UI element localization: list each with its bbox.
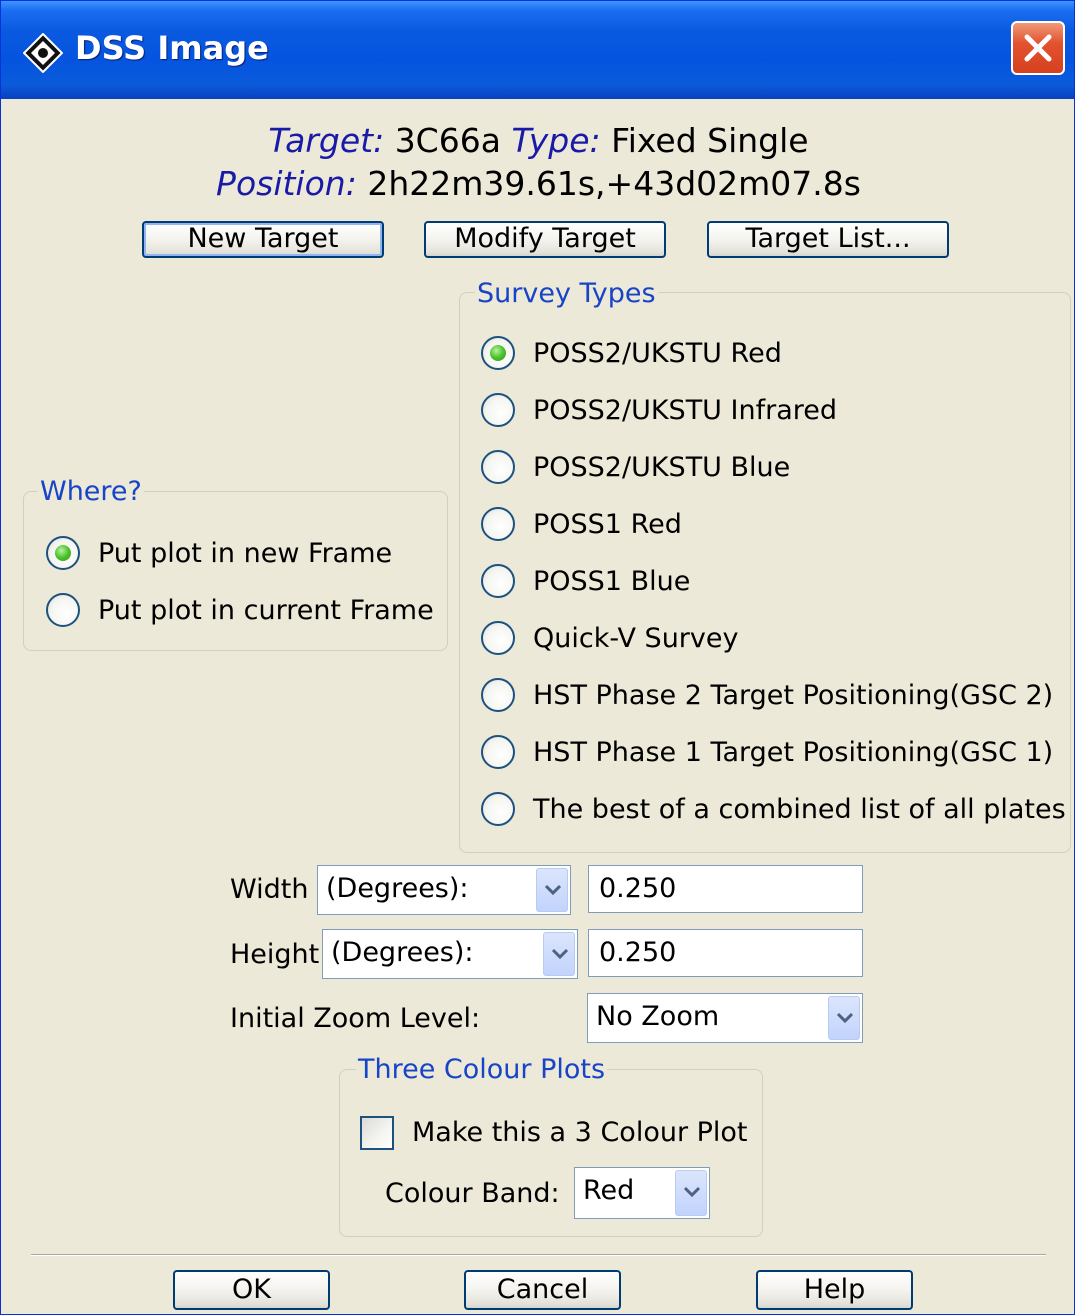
radio-button[interactable]	[481, 735, 515, 769]
radio-selected-dot	[55, 545, 71, 561]
zoom-level-value: No Zoom	[596, 1001, 720, 1032]
where-legend: Where?	[38, 476, 144, 507]
survey-types-legend: Survey Types	[475, 278, 658, 309]
survey-option-label: Quick-V Survey	[533, 623, 739, 654]
height-unit-select[interactable]: (Degrees):	[322, 929, 578, 979]
colour-band-label: Colour Band:	[385, 1178, 560, 1209]
colour-band-dropdown-button[interactable]	[675, 1170, 707, 1216]
app-diamond-icon	[23, 33, 63, 73]
modify-target-button[interactable]: Modify Target	[424, 221, 666, 258]
chevron-down-icon	[683, 1186, 701, 1198]
footer-separator	[31, 1254, 1046, 1256]
three-colour-checkbox[interactable]	[360, 1116, 394, 1150]
three-colour-checkbox-label: Make this a 3 Colour Plot	[412, 1117, 748, 1148]
chevron-down-icon	[836, 1012, 854, 1024]
close-button[interactable]	[1011, 21, 1065, 75]
radio-button[interactable]	[481, 564, 515, 598]
title-bar[interactable]: DSS Image	[1, 1, 1074, 99]
radio-selected-dot	[490, 345, 506, 361]
where-option-label: Put plot in new Frame	[98, 538, 393, 569]
radio-button[interactable]	[481, 450, 515, 484]
height-unit-value: (Degrees):	[331, 937, 474, 968]
survey-option-label: POSS2/UKSTU Red	[533, 338, 782, 369]
target-label: Target:	[268, 121, 385, 160]
width-value-field[interactable]: 0.250	[588, 865, 863, 913]
new-target-button[interactable]: New Target	[142, 221, 384, 258]
zoom-level-dropdown-button[interactable]	[828, 996, 860, 1040]
target-value: 3C66a	[394, 121, 501, 160]
dss-image-dialog: DSS Image Target: 3C66a Type: Fixed Sing…	[0, 0, 1075, 1315]
width-unit-select[interactable]: (Degrees):	[317, 865, 571, 915]
target-list-button[interactable]: Target List...	[707, 221, 949, 258]
survey-option-label: POSS2/UKSTU Infrared	[533, 395, 838, 426]
chevron-down-icon	[544, 884, 562, 896]
radio-button[interactable]	[481, 336, 515, 370]
target-info-line: Target: 3C66a Type: Fixed Single	[1, 121, 1074, 160]
type-value: Fixed Single	[611, 121, 809, 160]
where-option-label: Put plot in current Frame	[98, 595, 434, 626]
survey-option-label: POSS1 Red	[533, 509, 682, 540]
three-colour-legend: Three Colour Plots	[356, 1054, 608, 1085]
close-icon	[1024, 34, 1052, 62]
survey-option-label: HST Phase 2 Target Positioning(GSC 2)	[533, 680, 1054, 711]
height-unit-dropdown-button[interactable]	[543, 932, 575, 976]
height-label: Height	[230, 939, 320, 970]
radio-button[interactable]	[481, 621, 515, 655]
width-label: Width	[230, 874, 309, 905]
colour-band-value: Red	[583, 1175, 635, 1206]
help-button[interactable]: Help	[756, 1270, 913, 1310]
radio-button[interactable]	[481, 678, 515, 712]
radio-button[interactable]	[46, 536, 80, 570]
radio-button[interactable]	[481, 393, 515, 427]
width-unit-value: (Degrees):	[326, 873, 469, 904]
zoom-label: Initial Zoom Level:	[230, 1003, 481, 1034]
zoom-level-select[interactable]: No Zoom	[587, 993, 863, 1043]
ok-button[interactable]: OK	[173, 1270, 330, 1310]
position-label: Position:	[216, 164, 357, 203]
position-info-line: Position: 2h22m39.61s,+43d02m07.8s	[1, 164, 1074, 203]
height-value-field[interactable]: 0.250	[588, 929, 863, 977]
survey-option-label: HST Phase 1 Target Positioning(GSC 1)	[533, 737, 1054, 768]
survey-option-label: POSS2/UKSTU Blue	[533, 452, 791, 483]
radio-button[interactable]	[481, 792, 515, 826]
radio-button[interactable]	[46, 593, 80, 627]
type-label: Type:	[511, 121, 601, 160]
window-title: DSS Image	[75, 29, 269, 67]
cancel-button[interactable]: Cancel	[464, 1270, 621, 1310]
colour-band-select[interactable]: Red	[574, 1167, 710, 1219]
radio-button[interactable]	[481, 507, 515, 541]
position-value: 2h22m39.61s,+43d02m07.8s	[367, 164, 861, 203]
survey-option-label: The best of a combined list of all plate…	[533, 794, 1066, 825]
chevron-down-icon	[551, 948, 569, 960]
width-unit-dropdown-button[interactable]	[536, 868, 568, 912]
survey-option-label: POSS1 Blue	[533, 566, 691, 597]
